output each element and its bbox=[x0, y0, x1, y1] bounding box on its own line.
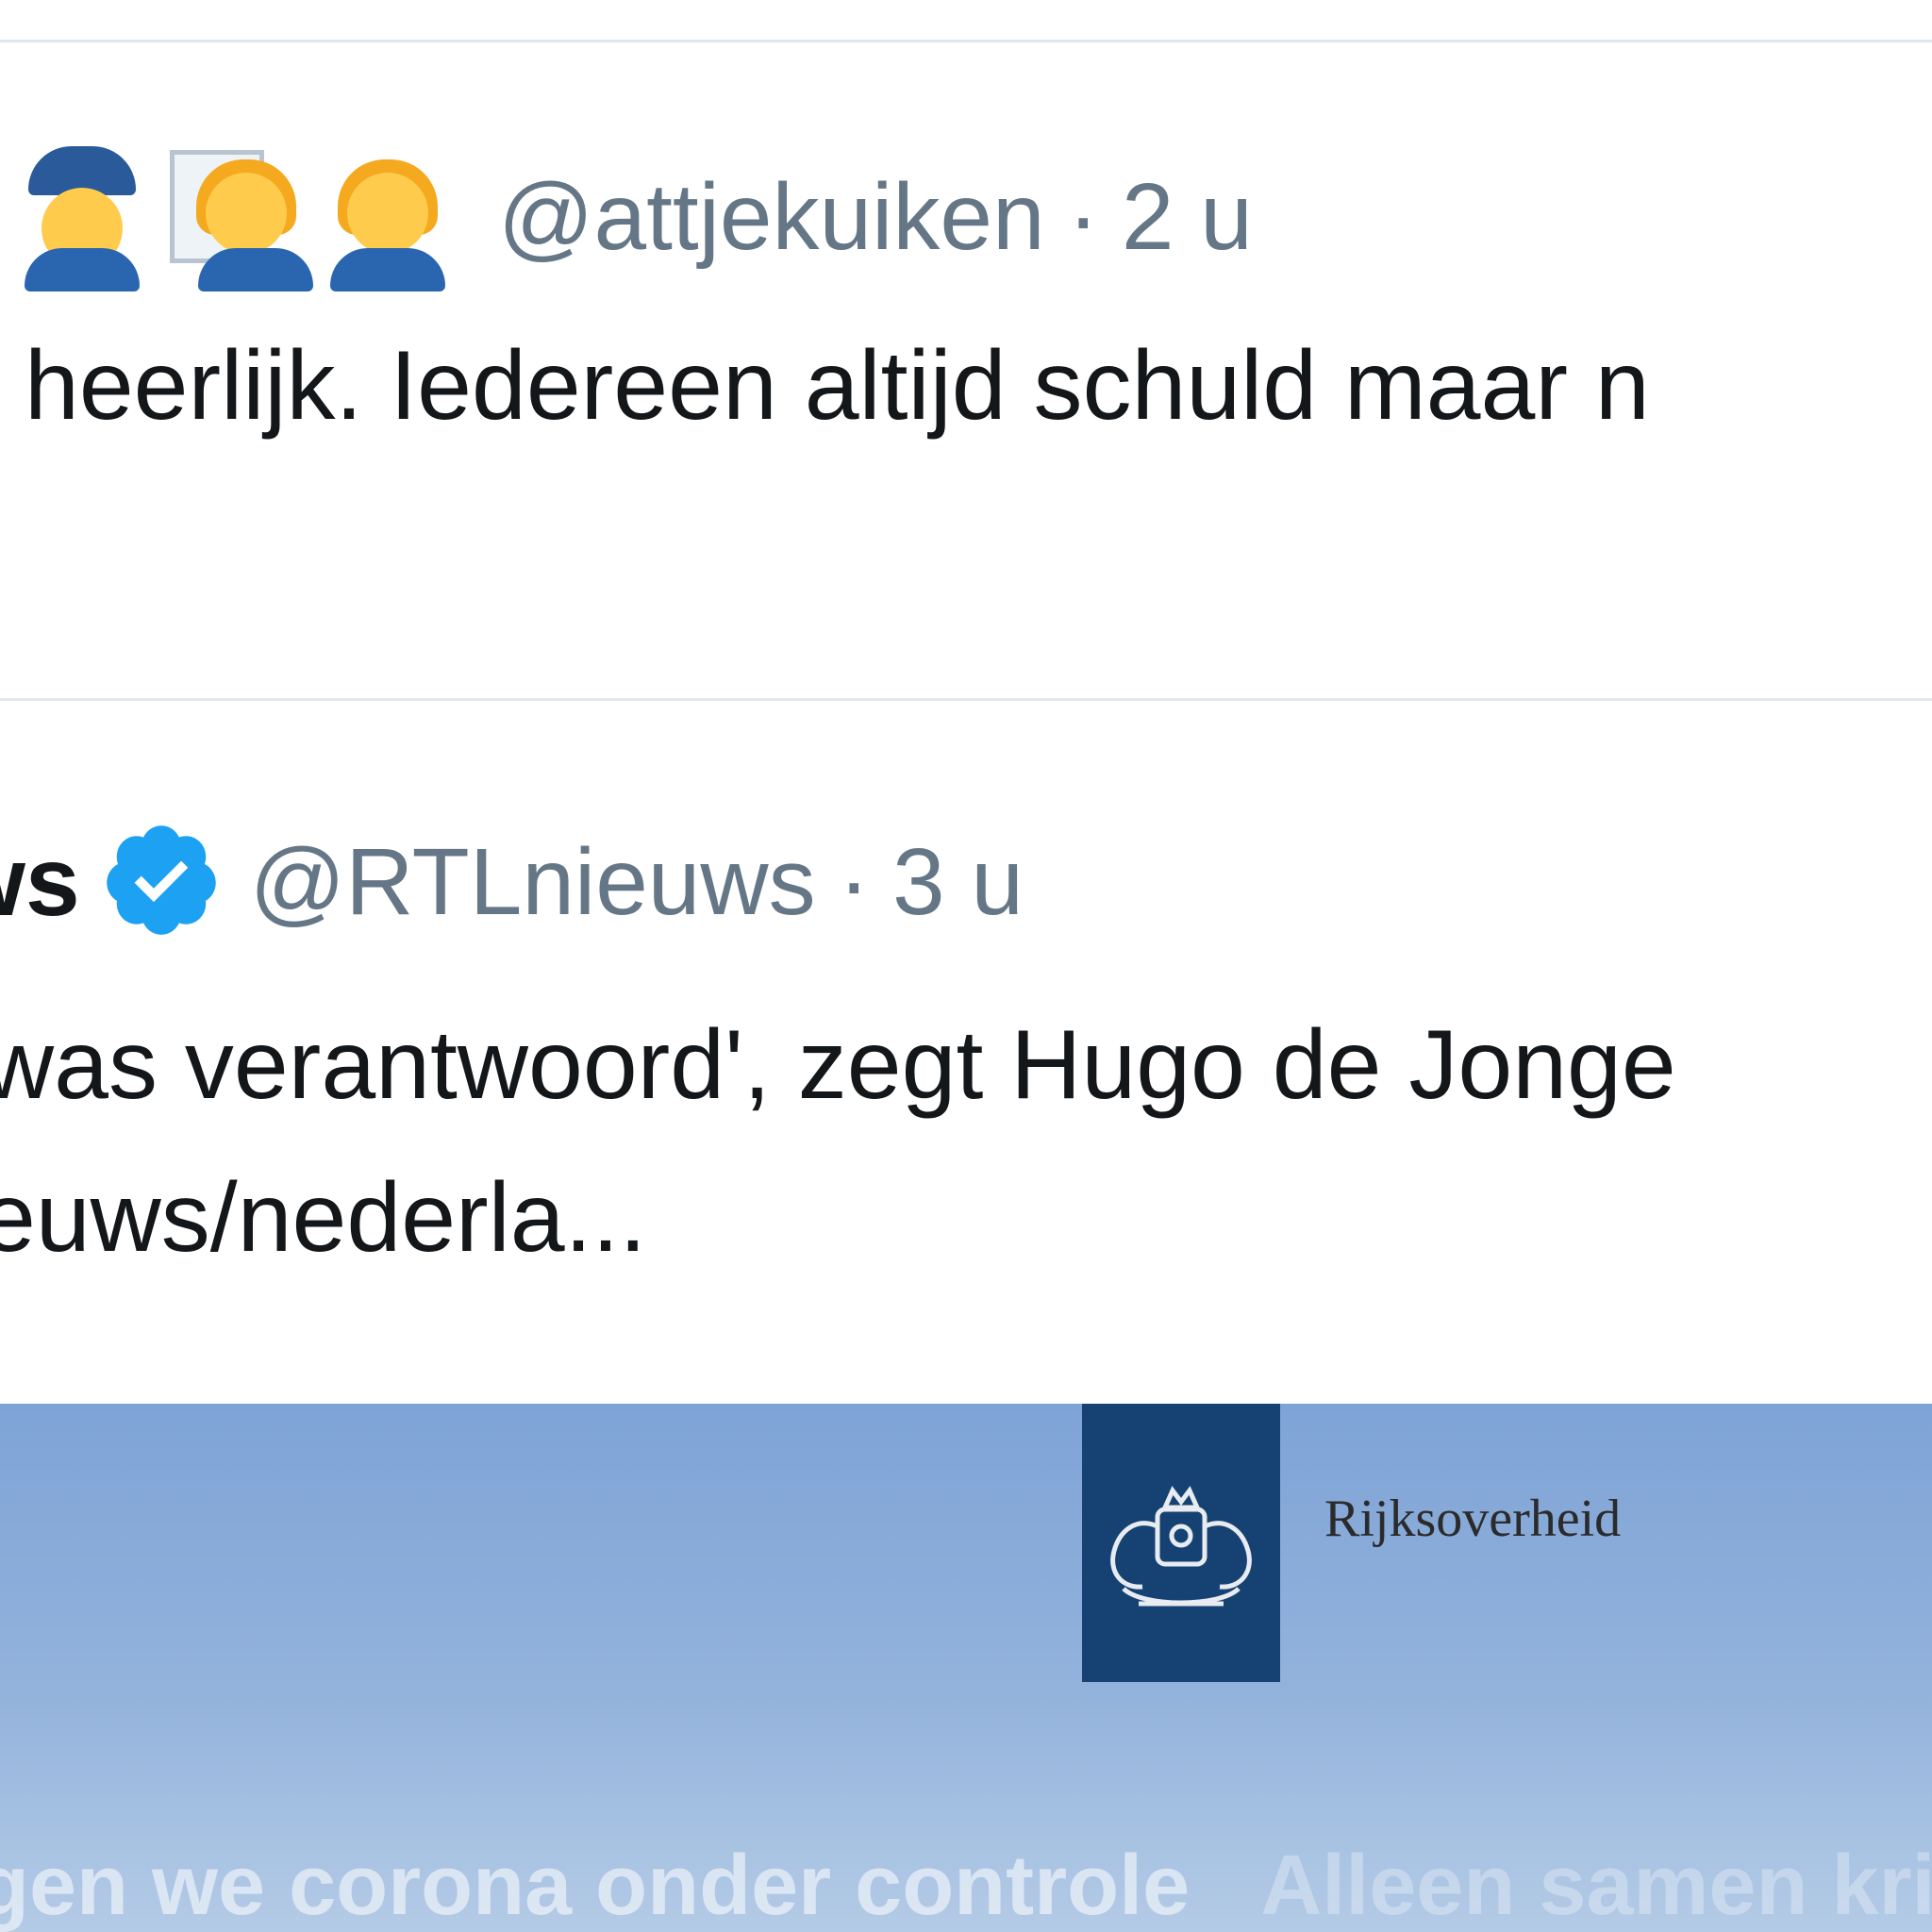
tweet-media-image[interactable]: Rijksoverheid gen we corona onder contro… bbox=[0, 1404, 1932, 1932]
slogan-part-2: Alleen samen kri bbox=[1260, 1839, 1932, 1932]
tweet-text-line-1: was verantwoord', zegt Hugo de Jonge bbox=[0, 1010, 1676, 1120]
teacher-woman-emoji-icon bbox=[170, 146, 313, 291]
author-name[interactable]: ws bbox=[0, 826, 80, 939]
tweet-link-text[interactable]: euws/nederla... bbox=[0, 1162, 646, 1274]
tweet-handle[interactable]: @RTLnieuws bbox=[250, 828, 816, 937]
meta-separator: · bbox=[838, 828, 870, 935]
top-divider bbox=[0, 40, 1932, 42]
tweet-header: @attjekuiken · 2 u bbox=[21, 142, 1253, 292]
police-woman-emoji-icon bbox=[21, 146, 143, 291]
meta-separator: · bbox=[1067, 163, 1099, 270]
brand-name: Rijksoverheid bbox=[1324, 1490, 1622, 1548]
tweet-divider bbox=[0, 698, 1932, 701]
tweet-header: ws @RTLnieuws · 3 u bbox=[0, 811, 1024, 953]
tweet-time[interactable]: 3 u bbox=[892, 828, 1024, 937]
tweet-handle[interactable]: @attjekuiken bbox=[498, 163, 1045, 272]
campaign-slogan: gen we corona onder controle Alleen same… bbox=[0, 1838, 1932, 1932]
slogan-part-1: gen we corona onder controle bbox=[0, 1839, 1191, 1932]
tweet-text: heerlijk. Iedereen altijd schuld maar n bbox=[25, 331, 1650, 441]
tweet-time[interactable]: 2 u bbox=[1122, 163, 1253, 272]
coat-of-arms-icon bbox=[1110, 1486, 1252, 1607]
health-worker-woman-emoji-icon bbox=[326, 146, 449, 291]
rijksoverheid-logo bbox=[1082, 1404, 1280, 1682]
verified-badge-icon bbox=[99, 818, 224, 947]
